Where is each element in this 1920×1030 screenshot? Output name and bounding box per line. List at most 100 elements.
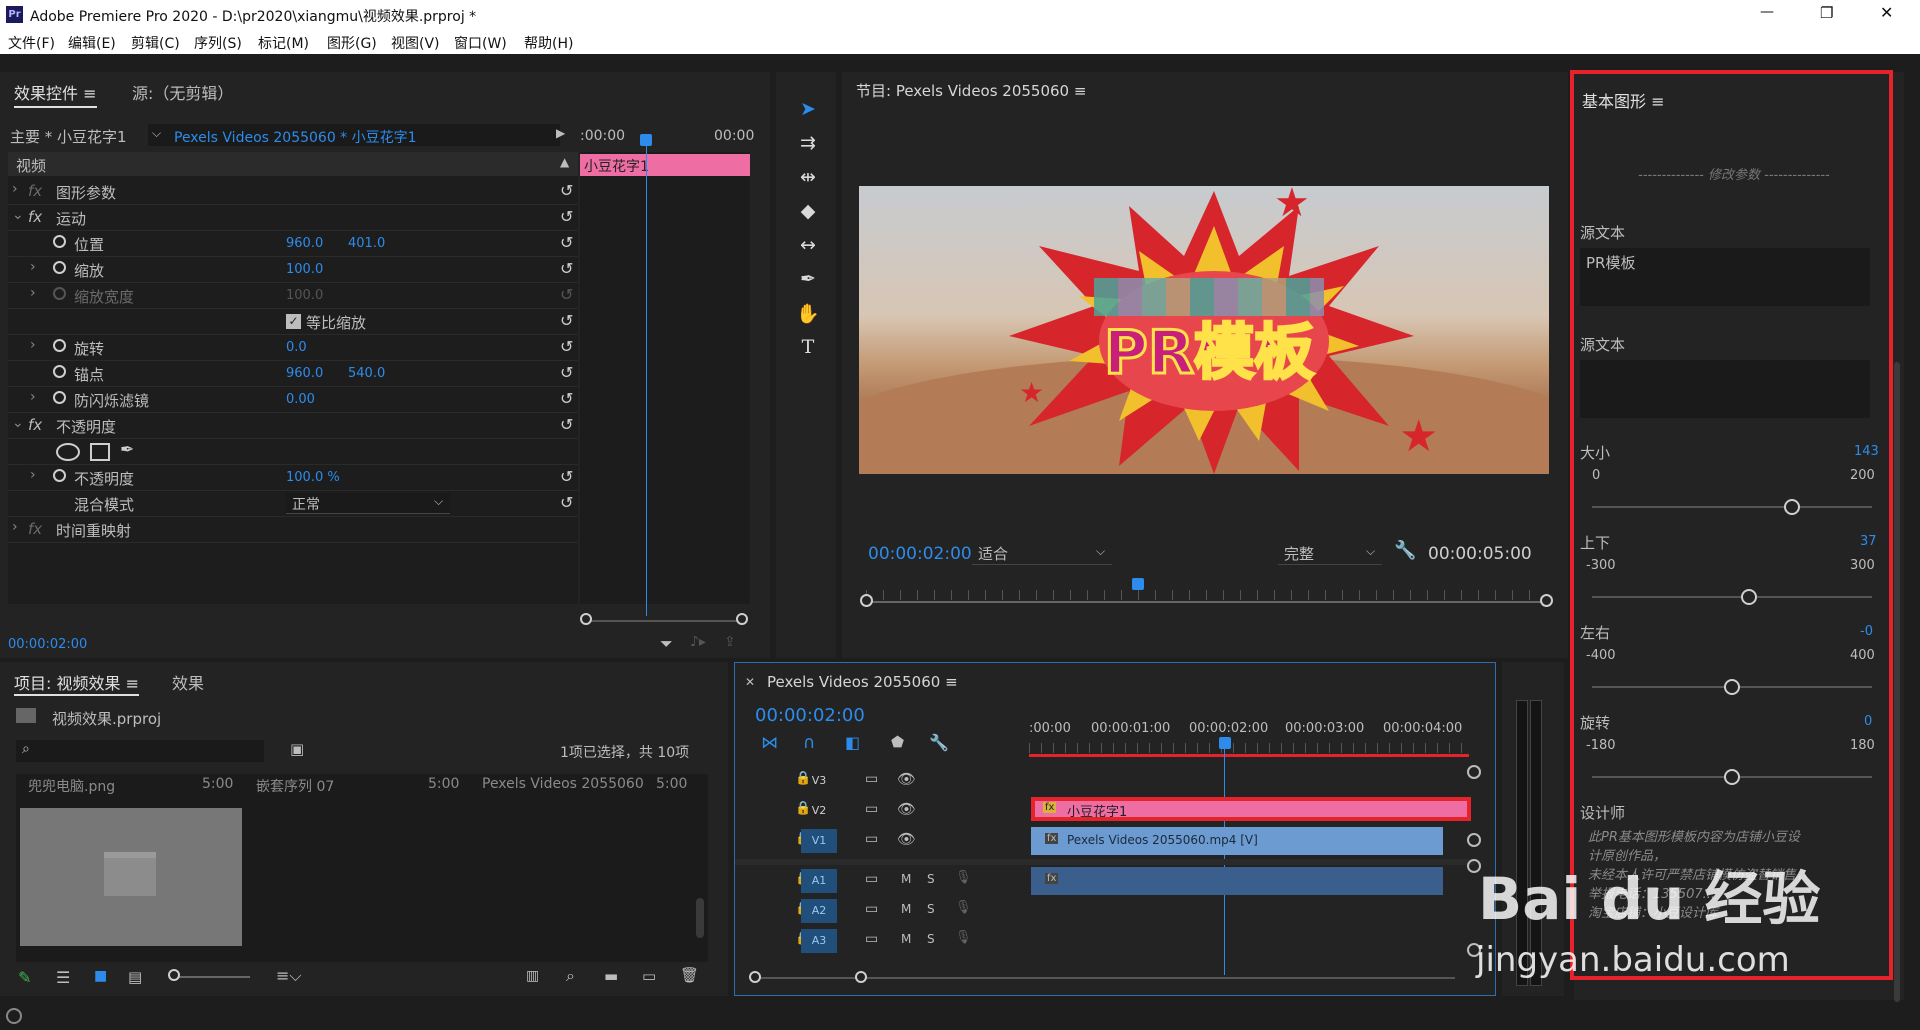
reset-icon[interactable]: ↺ (560, 363, 573, 382)
ec-zoom-handle-right[interactable] (736, 613, 748, 625)
antiflicker-value[interactable]: 0.00 (286, 392, 315, 407)
timeline-h-scroll-right[interactable] (855, 971, 867, 983)
microphone-icon[interactable]: 🎙 (955, 930, 972, 945)
reset-icon[interactable]: ↺ (560, 415, 573, 434)
ec-zoom-scrollbar[interactable] (582, 620, 742, 622)
find-icon[interactable]: ⌕ (566, 966, 575, 986)
solo-button[interactable]: S (927, 872, 935, 886)
stopwatch-icon[interactable] (53, 469, 66, 482)
row-time-remap[interactable]: › fx 时间重映射 (8, 516, 578, 543)
anchor-y-value[interactable]: 540.0 (348, 366, 385, 381)
fit-dropdown[interactable]: 适合 ⌵ (972, 542, 1112, 565)
row-blend-mode[interactable]: 混合模式 正常 ⌵ ↺ (8, 490, 578, 517)
clip-v2-title[interactable]: fx 小豆花字1 (1031, 797, 1471, 821)
reset-icon[interactable]: ↺ (560, 233, 573, 252)
ec-timecode[interactable]: 00:00:02:00 (8, 637, 87, 652)
menu-help[interactable]: 帮助(H) (524, 33, 573, 53)
track-label[interactable]: A3 (801, 929, 837, 953)
row-antiflicker[interactable]: › 防闪烁滤镜 0.00 ↺ (8, 386, 578, 413)
row-opacity[interactable]: › 不透明度 100.0 % ↺ (8, 464, 578, 491)
automate-icon[interactable]: ▥ (526, 968, 539, 984)
rectangle-mask-icon[interactable] (90, 443, 110, 461)
track-select-tool-icon[interactable]: ⇉ (790, 132, 826, 158)
effect-controls-tab[interactable]: 效果控件 ≡ (14, 80, 97, 108)
solo-button[interactable]: S (927, 902, 935, 916)
linked-selection-icon[interactable]: ∩ (803, 733, 815, 753)
project-search-input[interactable]: ⌕ (16, 740, 264, 762)
play-audio-icon[interactable]: ♪▸ (690, 634, 706, 650)
mute-button[interactable]: M (901, 932, 911, 946)
timeline-v-scroll-knob[interactable] (1467, 765, 1481, 779)
ec-clip-bar[interactable]: 小豆花字1 (580, 154, 750, 176)
opacity-value[interactable]: 100.0 % (286, 470, 340, 485)
chevron-down-icon[interactable]: ⌄ (12, 415, 24, 431)
close-button[interactable]: ✕ (1880, 3, 1893, 22)
reset-icon[interactable]: ↺ (560, 467, 573, 486)
hand-tool-icon[interactable]: ✋ (790, 302, 826, 328)
slip-tool-icon[interactable]: ↔ (790, 234, 826, 260)
minimize-button[interactable]: — (1760, 4, 1774, 20)
reset-icon[interactable]: ↺ (560, 493, 573, 512)
menu-view[interactable]: 视图(V) (391, 33, 440, 53)
menu-marker[interactable]: 标记(M) (258, 33, 309, 53)
row-rotation[interactable]: › 旋转 0.0 ↺ (8, 334, 578, 361)
menu-window[interactable]: 窗口(W) (454, 33, 507, 53)
filter-icon[interactable]: ⏷ (660, 634, 673, 654)
reset-icon[interactable]: ↺ (560, 311, 573, 330)
reset-icon[interactable]: ↺ (560, 337, 573, 356)
program-monitor-title[interactable]: 节目: Pexels Videos 2055060 ≡ (856, 80, 1086, 101)
row-motion[interactable]: ⌄ fx 运动 ↺ (8, 204, 578, 231)
blend-mode-dropdown[interactable]: 正常 ⌵ (286, 493, 450, 514)
timeline-settings-icon[interactable]: 🔧 (929, 733, 949, 752)
source-tab[interactable]: 源:（无剪辑） (132, 80, 233, 104)
microphone-icon[interactable]: 🎙 (955, 900, 972, 915)
menu-sequence[interactable]: 序列(S) (194, 33, 242, 53)
mute-button[interactable]: M (901, 902, 911, 916)
scroll-up-icon[interactable]: ▲ (560, 155, 569, 169)
chevron-right-icon[interactable]: › (12, 181, 18, 197)
reset-icon[interactable]: ↺ (560, 181, 573, 200)
close-icon[interactable]: ✕ (745, 675, 755, 689)
position-x-value[interactable]: 960.0 (286, 236, 323, 251)
uniform-scale-checkbox[interactable]: ✓ (286, 314, 301, 329)
stopwatch-icon[interactable] (53, 391, 66, 404)
ripple-edit-tool-icon[interactable]: ⇹ (790, 166, 826, 192)
timeline-h-scroll-left[interactable] (749, 971, 761, 983)
program-timecode[interactable]: 00:00:02:00 (868, 544, 972, 564)
program-playhead[interactable] (1132, 578, 1144, 590)
reset-icon[interactable]: ↺ (560, 389, 573, 408)
reset-icon[interactable]: ↺ (560, 259, 573, 278)
clip-v1-video[interactable]: fx Pexels Videos 2055060.mp4 [V] (1031, 827, 1443, 855)
track-label[interactable]: V1 (801, 829, 837, 853)
play-only-arrow-icon[interactable]: ▶ (556, 126, 565, 140)
eg-scrollbar[interactable] (1894, 362, 1900, 1002)
eye-icon[interactable]: 👁 (897, 770, 916, 788)
mute-button[interactable]: M (901, 872, 911, 886)
timeline-playhead-marker[interactable] (1219, 737, 1231, 749)
menu-clip[interactable]: 剪辑(C) (131, 33, 180, 53)
track-label[interactable]: V3 (801, 769, 837, 793)
reset-icon[interactable]: ↺ (560, 207, 573, 226)
scrubber-left-handle[interactable] (860, 594, 873, 607)
wrench-icon[interactable]: 🔧 (1394, 540, 1416, 561)
new-bin-from-search-icon[interactable]: ▣ (290, 740, 304, 758)
trash-icon[interactable]: 🗑 (680, 966, 699, 984)
project-item-thumbnail[interactable] (20, 808, 242, 946)
chevron-right-icon[interactable]: › (30, 389, 36, 405)
clip-a1-audio[interactable]: fx (1031, 867, 1443, 895)
rotation-value[interactable]: 0.0 (286, 340, 307, 355)
sync-lock-icon[interactable]: ▭ (865, 871, 878, 887)
row-shape-params[interactable]: › fx 图形参数 ↺ (8, 178, 578, 205)
zoom-slider-handle[interactable] (168, 969, 180, 981)
ec-playhead-marker[interactable] (640, 134, 652, 146)
track-label[interactable]: V2 (801, 799, 837, 823)
timeline-timecode[interactable]: 00:00:02:00 (755, 705, 865, 726)
new-item-icon[interactable]: ▭ (642, 967, 656, 985)
menu-file[interactable]: 文件(F) (8, 33, 55, 53)
pen-mask-icon[interactable]: ✒ (120, 440, 134, 460)
row-uniform-scale[interactable]: ✓ 等比缩放 ↺ (8, 308, 578, 335)
menu-edit[interactable]: 编辑(E) (68, 33, 116, 53)
sync-lock-icon[interactable]: ▭ (865, 931, 878, 947)
type-tool-icon[interactable]: T (790, 336, 826, 362)
icon-view-icon[interactable]: ■ (94, 968, 107, 984)
